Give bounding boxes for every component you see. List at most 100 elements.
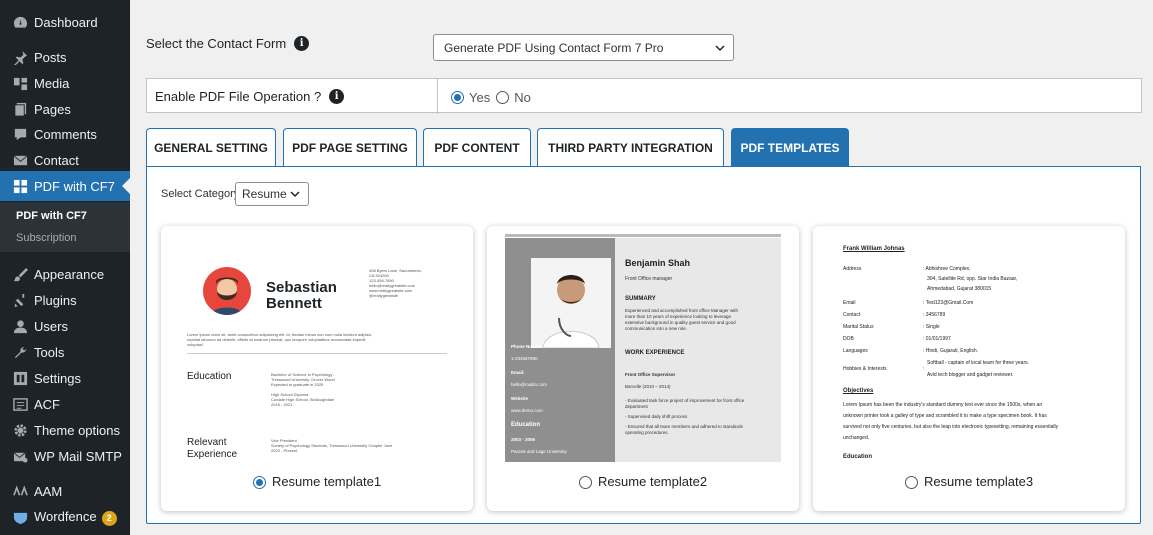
contact-form-select[interactable]: Generate PDF Using Contact Form 7 Pro (433, 34, 734, 61)
grid-icon (12, 178, 28, 194)
education-line: 2018 - 2021 (271, 402, 293, 407)
contact-form-label: Select the Contact Form (146, 36, 287, 51)
tab-pdf-page-setting[interactable]: PDF PAGE SETTING (283, 128, 417, 166)
pin-icon (12, 49, 28, 65)
tab-third-party-integration[interactable]: THIRD PARTY INTEGRATION (537, 128, 724, 166)
shield-icon (12, 509, 28, 525)
field-label: Marital Status (843, 324, 874, 330)
chevron-down-icon (290, 191, 300, 198)
submenu-item-subscription[interactable]: Subscription (16, 232, 77, 244)
sidebar-item-label: PDF with CF7 (34, 178, 115, 194)
divider (187, 353, 447, 354)
intro-line: voluptas! (187, 342, 204, 347)
chevron-down-icon (715, 44, 725, 51)
template-caption-2[interactable]: Resume template2 (487, 474, 799, 490)
job-point: operating procedures. (625, 430, 669, 435)
sidebar-item-plugins[interactable]: Plugins (0, 287, 130, 313)
user-icon (12, 318, 28, 334)
sidebar-item-theme-options[interactable]: Theme options (0, 417, 130, 443)
sidebar-item-label: Settings (34, 370, 81, 386)
field-label: Languages (843, 348, 868, 354)
education-heading: Education (843, 454, 873, 460)
field-value: Avid tech blogger and gadget reviewer. (927, 372, 1014, 378)
resume-education: Bachelor of Science in Psychology Tressw… (271, 372, 335, 407)
tab-pdf-templates[interactable]: PDF TEMPLATES (731, 128, 849, 166)
sidebar-item-posts[interactable]: Posts (0, 44, 130, 70)
pdf-operation-label: Enable PDF File Operation ? (155, 89, 322, 104)
info-icon[interactable]: i (294, 36, 310, 51)
template-card-1[interactable]: Sebastian Bennett 408 Byers Lane, Sacrame… (161, 226, 473, 511)
sidebar-item-comments[interactable]: Comments (0, 121, 130, 147)
field-value: : Hindi, Gujarati, English. (923, 348, 979, 354)
update-count-badge: 2 (101, 510, 117, 526)
template-caption-1[interactable]: Resume template1 (161, 474, 473, 490)
pages-icon (12, 101, 28, 117)
pdf-operation-radio-group: Yes No (451, 89, 537, 107)
phone-label: Phone Number: (511, 344, 545, 349)
resume-address-block: 408 Byers Lane, Sacramento, CA 924260 12… (369, 268, 422, 298)
sidebar-submenu: PDF with CF7 Subscription (0, 202, 130, 252)
radio-yes-label[interactable]: Yes (469, 90, 490, 105)
resume-education-heading: Education (187, 371, 232, 382)
resume-relevant-heading: Relevant Experience (187, 437, 237, 461)
sidebar-item-label: Pages (34, 101, 71, 117)
radio-no[interactable] (496, 91, 510, 105)
relevant-heading-line: Experience (187, 449, 238, 460)
sidebar-item-users[interactable]: Users (0, 313, 130, 339)
sidebar-item-tools[interactable]: Tools (0, 339, 130, 365)
education-years: 2003 - 2006 (511, 437, 536, 442)
sidebar-item-label: Comments (34, 126, 97, 142)
sidebar-item-wp-mail-smtp[interactable]: WP Mail SMTP (0, 443, 130, 469)
template-caption-text: Resume template1 (271, 474, 382, 489)
tab-general-setting[interactable]: GENERAL SETTING (146, 128, 276, 166)
job-title: Front Office Supervisor (625, 372, 676, 377)
sidebar-item-dashboard[interactable]: Dashboard (0, 9, 130, 35)
objectives-heading: Objectives (843, 388, 874, 394)
plug-icon (12, 292, 28, 308)
summary-heading: SUMMARY (625, 296, 656, 302)
category-select[interactable]: Resume (235, 182, 309, 206)
template-radio-3[interactable] (904, 476, 918, 490)
profile-photo (531, 258, 611, 349)
field-value: : 01/01/1997 (923, 336, 951, 342)
sidebar-item-pdf-with-cf7[interactable]: PDF with CF7 (0, 171, 130, 201)
sidebar-item-appearance[interactable]: Appearance (0, 261, 130, 287)
pdf-templates-panel: Select Category: Resume Sebastian Bennett… (146, 166, 1141, 524)
contact-form-select-value: Generate PDF Using Contact Form 7 Pro (444, 40, 664, 55)
objectives-line: Lorem Ipsum has been the industry's stan… (843, 402, 1043, 408)
template-caption-3[interactable]: Resume template3 (813, 474, 1125, 490)
sidebar-item-media[interactable]: Media (0, 70, 130, 96)
sidebar-item-settings[interactable]: Settings (0, 365, 130, 391)
row-divider (437, 79, 438, 114)
email-label: Email: (511, 370, 525, 375)
address-line: @reallygreatsite (369, 293, 398, 298)
aam-icon (12, 483, 28, 499)
gear-icon (12, 422, 28, 438)
job-point: department (625, 404, 648, 409)
sidebar-item-contact[interactable]: Contact (0, 147, 130, 173)
tab-pdf-content[interactable]: PDF CONTENT (423, 128, 531, 166)
template-caption-text: Resume template3 (923, 474, 1034, 489)
sidebar-item-label: Wordfence (34, 508, 97, 524)
work-heading: WORK EXPERIENCE (625, 350, 685, 356)
submenu-item-pdf-with-cf7[interactable]: PDF with CF7 (16, 210, 87, 222)
sidebar-item-wordfence[interactable]: Wordfence 2 (0, 504, 130, 530)
radio-no-label[interactable]: No (514, 90, 531, 105)
acf-icon (12, 396, 28, 412)
template-card-2[interactable]: Phone Number: 1-234567890 Email: hello@m… (487, 226, 799, 511)
sidebar-item-pages[interactable]: Pages (0, 96, 130, 122)
template-radio-1[interactable] (252, 476, 266, 490)
sidebar-item-label: Users (34, 318, 68, 334)
sidebar-item-aam[interactable]: AAM (0, 478, 130, 504)
template-radio-2[interactable] (578, 476, 592, 490)
sidebar-item-acf[interactable]: ACF (0, 391, 130, 417)
mail-icon (12, 448, 28, 464)
radio-yes[interactable] (451, 91, 464, 105)
field-value: : Abhishree Complex, (923, 266, 971, 272)
category-select-value: Resume (242, 187, 287, 201)
field-label: DOB (843, 336, 854, 342)
template-card-3[interactable]: Frank William Johnas Address : Abhishree… (813, 226, 1125, 511)
pdf-operation-row-label: Enable PDF File Operation ? i (155, 89, 345, 104)
field-value: : Test123@Gmail.Com (923, 300, 974, 306)
info-icon[interactable]: i (329, 89, 345, 104)
